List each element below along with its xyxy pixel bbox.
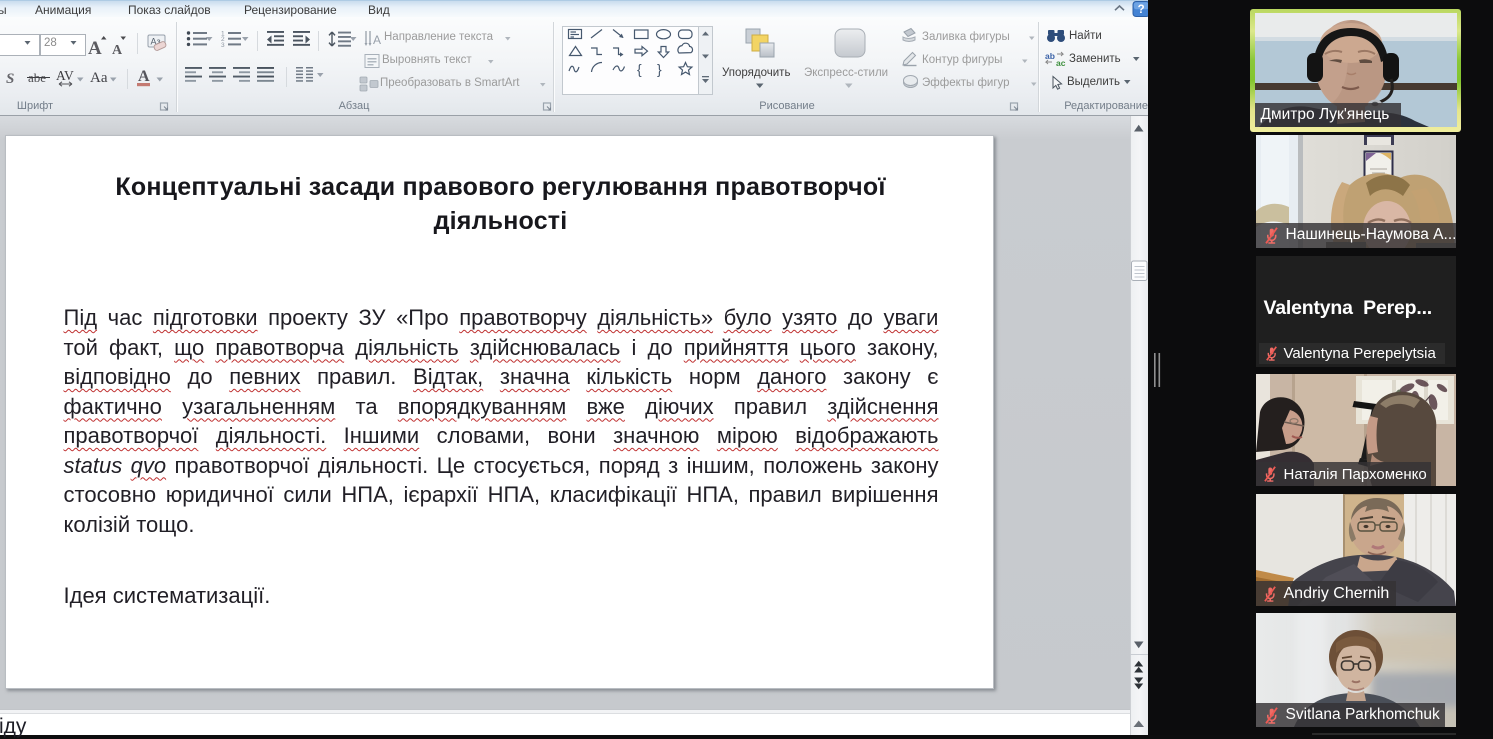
svg-text:S: S [6, 71, 14, 87]
svg-text:3: 3 [221, 42, 225, 49]
svg-text:Aa: Aa [90, 70, 108, 86]
svg-text:A: A [138, 68, 150, 85]
svg-text:ac: ac [1056, 58, 1066, 68]
svg-text:А: А [88, 38, 102, 59]
svg-text:А: А [112, 43, 123, 58]
svg-text:}: } [657, 61, 662, 77]
svg-text:?: ? [1138, 4, 1145, 16]
svg-text:ab: ab [1045, 51, 1055, 61]
svg-text:А: А [373, 33, 381, 47]
svg-text:AV: AV [56, 68, 74, 83]
svg-text:{: { [637, 61, 642, 77]
